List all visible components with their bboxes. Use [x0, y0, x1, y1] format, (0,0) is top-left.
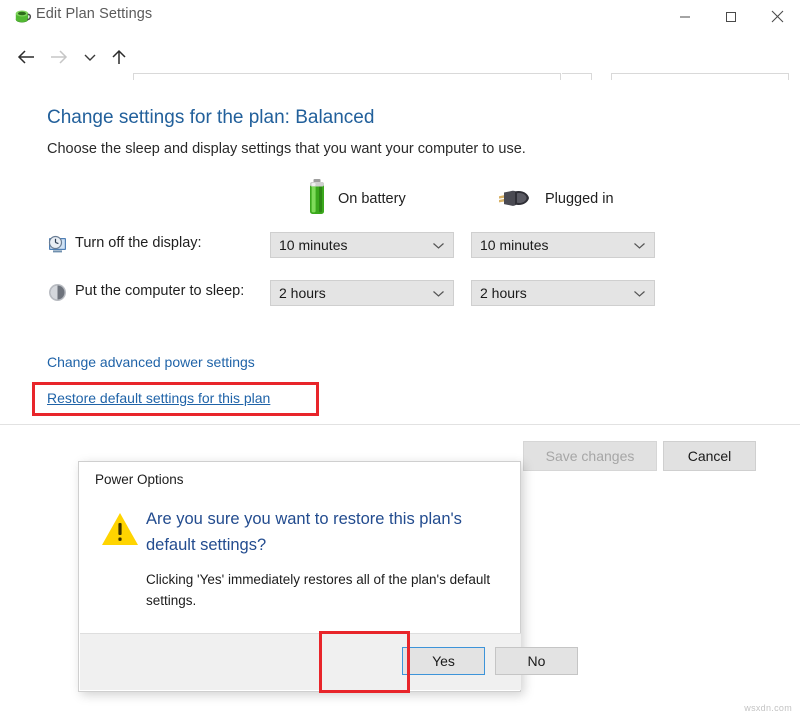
- forward-arrow-icon[interactable]: [45, 43, 73, 71]
- column-header-on-battery: On battery: [306, 180, 406, 218]
- chevron-down-icon[interactable]: [633, 241, 646, 250]
- power-options-dialog: Power Options Are you sure you want to r…: [78, 461, 521, 692]
- title-bar: Edit Plan Settings: [0, 0, 800, 33]
- window-title: Edit Plan Settings: [36, 6, 152, 22]
- link-restore-default-settings[interactable]: Restore default settings for this plan: [47, 390, 270, 406]
- display-clock-icon: [47, 234, 68, 255]
- dialog-main-instruction: Are you sure you want to restore this pl…: [146, 506, 496, 558]
- dialog-body-text: Clicking 'Yes' immediately restores all …: [146, 569, 491, 611]
- column-header-label: Plugged in: [545, 191, 614, 207]
- dropdown-display-on-battery[interactable]: 10 minutes: [270, 232, 454, 258]
- dropdown-value: 2 hours: [279, 285, 326, 301]
- yes-button[interactable]: Yes: [402, 647, 485, 675]
- dialog-title: Power Options: [95, 472, 184, 487]
- dropdown-sleep-plugged-in[interactable]: 2 hours: [471, 280, 655, 306]
- maximize-icon[interactable]: [708, 0, 754, 33]
- sleep-moon-icon: [47, 282, 68, 303]
- page-title: Change settings for the plan: Balanced: [47, 107, 374, 129]
- dropdown-value: 10 minutes: [480, 237, 548, 253]
- save-changes-button[interactable]: Save changes: [523, 441, 657, 471]
- no-button[interactable]: No: [495, 647, 578, 675]
- cancel-button[interactable]: Cancel: [663, 441, 756, 471]
- column-header-label: On battery: [338, 191, 406, 207]
- close-icon[interactable]: [754, 0, 800, 33]
- dropdown-value: 2 hours: [480, 285, 527, 301]
- chevron-down-icon[interactable]: [633, 289, 646, 298]
- caption-buttons: [662, 0, 800, 33]
- setting-label: Put the computer to sleep:: [75, 283, 244, 299]
- setting-label: Turn off the display:: [75, 235, 202, 251]
- up-arrow-icon[interactable]: [105, 43, 133, 71]
- column-header-plugged-in: Plugged in: [495, 180, 614, 218]
- watermark: wsxdn.com: [744, 703, 792, 713]
- link-change-advanced-power-settings[interactable]: Change advanced power settings: [47, 354, 255, 370]
- power-plan-icon: [12, 5, 32, 25]
- edit-plan-settings-window: Edit Plan Settings: [0, 0, 800, 717]
- recent-locations-chevron-icon[interactable]: [76, 43, 104, 71]
- dialog-footer: Yes No: [80, 633, 521, 690]
- content-area: Change settings for the plan: Balanced C…: [0, 80, 800, 424]
- navigation-bar: « Power Options › Edit Plan Settings: [0, 33, 800, 80]
- back-arrow-icon[interactable]: [12, 43, 40, 71]
- dropdown-value: 10 minutes: [279, 237, 347, 253]
- power-plug-icon: [495, 183, 535, 216]
- minimize-icon[interactable]: [662, 0, 708, 33]
- chevron-down-icon[interactable]: [432, 241, 445, 250]
- warning-triangle-icon: [101, 511, 139, 547]
- dropdown-display-plugged-in[interactable]: 10 minutes: [471, 232, 655, 258]
- battery-icon: [306, 178, 328, 221]
- dropdown-sleep-on-battery[interactable]: 2 hours: [270, 280, 454, 306]
- page-subtitle: Choose the sleep and display settings th…: [47, 141, 526, 157]
- chevron-down-icon[interactable]: [432, 289, 445, 298]
